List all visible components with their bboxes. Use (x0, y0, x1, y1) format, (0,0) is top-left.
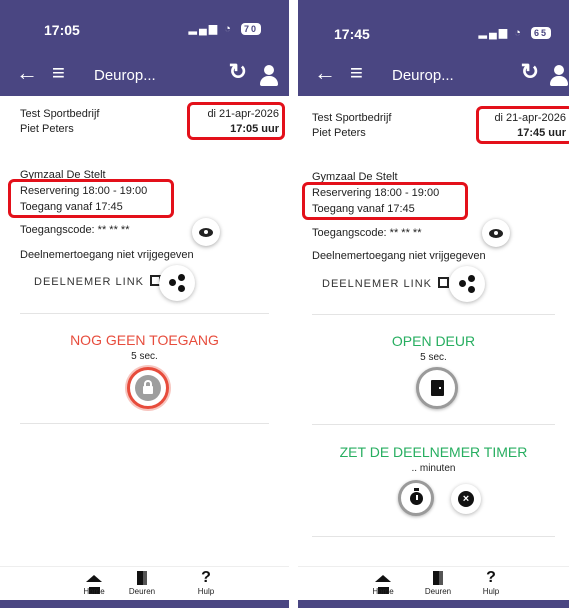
show-code-button[interactable] (192, 218, 220, 246)
highlight-box-time (187, 102, 285, 140)
phone-screen-right: 17:45 ▂▄▆ ◔ 65 ← ≡ Deurop... ↻ Test Spor… (298, 0, 569, 608)
person-icon[interactable] (259, 65, 279, 87)
share-icon (468, 275, 475, 282)
nav-help-label: Hulp (482, 587, 500, 596)
refresh-icon[interactable]: ↻ (521, 59, 539, 85)
highlight-box-time (476, 106, 569, 144)
person-name: Piet Peters (20, 123, 74, 135)
participant-link-button[interactable]: DEELNEMER LINK (322, 276, 449, 290)
company-name: Test Sportbedrijf (312, 112, 392, 124)
app-bar: ← ≡ Deurop... ↻ (0, 56, 289, 96)
access-code: Toegangscode: ** ** ** (20, 224, 130, 236)
eye-icon (199, 228, 213, 237)
nav-doors[interactable]: Deuren (122, 569, 162, 596)
divider (20, 423, 269, 424)
page-title: Deurop... (94, 67, 156, 84)
clear-timer-button[interactable]: × (451, 484, 481, 514)
door-status: NOG GEEN TOEGANG (70, 332, 219, 348)
menu-icon[interactable]: ≡ (350, 60, 363, 86)
person-icon[interactable] (549, 65, 569, 87)
divider (312, 536, 555, 537)
nav-help[interactable]: ? Hulp (471, 569, 511, 596)
status-time: 17:05 (44, 22, 80, 38)
screenshot-canvas: 17:05 ▂▄▆ ◔ 70 ← ≡ Deurop... ↻ Test Spor… (0, 0, 569, 608)
home-icon (363, 569, 403, 594)
help-icon: ? (486, 569, 496, 586)
participant-link-label: DEELNEMER LINK (322, 278, 432, 290)
set-timer-button[interactable] (398, 480, 434, 516)
wifi-icon: ◔ (224, 23, 233, 35)
phone-screen-left: 17:05 ▂▄▆ ◔ 70 ← ≡ Deurop... ↻ Test Spor… (0, 0, 289, 608)
status-bar: 17:45 ▂▄▆ ◔ 65 (298, 0, 569, 56)
timer-minutes: .. minuten (411, 463, 456, 474)
signal-icon: ▂▄▆ (478, 27, 510, 39)
bottom-navigation: Home Deuren ? Hulp (0, 566, 289, 600)
divider (312, 424, 555, 425)
open-door-button[interactable] (416, 367, 458, 409)
divider (312, 314, 555, 315)
system-icons: ▂▄▆ ◔ 70 (188, 22, 261, 35)
help-icon: ? (201, 569, 211, 586)
show-code-button[interactable] (482, 219, 510, 247)
external-link-icon (437, 277, 449, 288)
back-arrow-icon[interactable]: ← (16, 60, 38, 86)
participant-access-status: Deelnemertoegang niet vrijgegeven (312, 250, 486, 262)
participant-link-button[interactable]: DEELNEMER LINK (34, 274, 161, 288)
access-code: Toegangscode: ** ** ** (312, 227, 422, 239)
door-icon (122, 569, 162, 587)
nav-doors[interactable]: Deuren (418, 569, 458, 596)
highlight-box-reservation (8, 179, 174, 218)
nav-home[interactable]: Home (363, 569, 403, 596)
nav-home-label: Home (83, 587, 105, 596)
highlight-box-reservation (302, 182, 468, 220)
home-icon (74, 569, 114, 594)
nav-doors-label: Deuren (424, 587, 452, 596)
participant-link-label: DEELNEMER LINK (34, 276, 144, 288)
page-title: Deurop... (392, 67, 454, 84)
door-open-icon (431, 380, 444, 396)
door-seconds: 5 sec. (420, 352, 447, 363)
system-icons: ▂▄▆ ◔ 65 (478, 26, 551, 39)
eye-icon (489, 229, 503, 238)
bottom-strip (298, 600, 569, 608)
wifi-icon: ◔ (514, 27, 523, 39)
divider (20, 313, 269, 314)
refresh-icon[interactable]: ↻ (229, 59, 247, 85)
status-time: 17:45 (334, 26, 370, 42)
participant-access-status: Deelnemertoegang niet vrijgegeven (20, 249, 194, 261)
back-arrow-icon[interactable]: ← (314, 60, 336, 86)
battery-icon: 70 (240, 23, 261, 35)
bottom-navigation: Home Deuren ? Hulp (298, 566, 569, 600)
share-button[interactable] (159, 265, 195, 301)
menu-icon[interactable]: ≡ (52, 60, 65, 86)
door-locked-button[interactable] (127, 367, 169, 409)
timer-title: ZET DE DEELNEMER TIMER (339, 444, 528, 460)
door-seconds: 5 sec. (131, 351, 158, 362)
bottom-strip (0, 600, 289, 608)
close-icon: × (458, 491, 474, 507)
door-status: OPEN DEUR (391, 333, 476, 349)
company-name: Test Sportbedrijf (20, 108, 100, 120)
person-name: Piet Peters (312, 127, 366, 139)
nav-help[interactable]: ? Hulp (186, 569, 226, 596)
nav-home-label: Home (372, 587, 394, 596)
app-bar: ← ≡ Deurop... ↻ (298, 56, 569, 96)
stopwatch-icon (410, 488, 423, 505)
signal-icon: ▂▄▆ (188, 23, 220, 35)
door-icon (418, 569, 458, 587)
nav-doors-label: Deuren (128, 587, 156, 596)
battery-icon: 65 (530, 27, 551, 39)
share-icon (178, 274, 185, 281)
nav-help-label: Hulp (197, 587, 215, 596)
share-button[interactable] (449, 266, 485, 302)
lock-icon (135, 375, 161, 401)
status-bar: 17:05 ▂▄▆ ◔ 70 (0, 0, 289, 56)
nav-home[interactable]: Home (74, 569, 114, 596)
